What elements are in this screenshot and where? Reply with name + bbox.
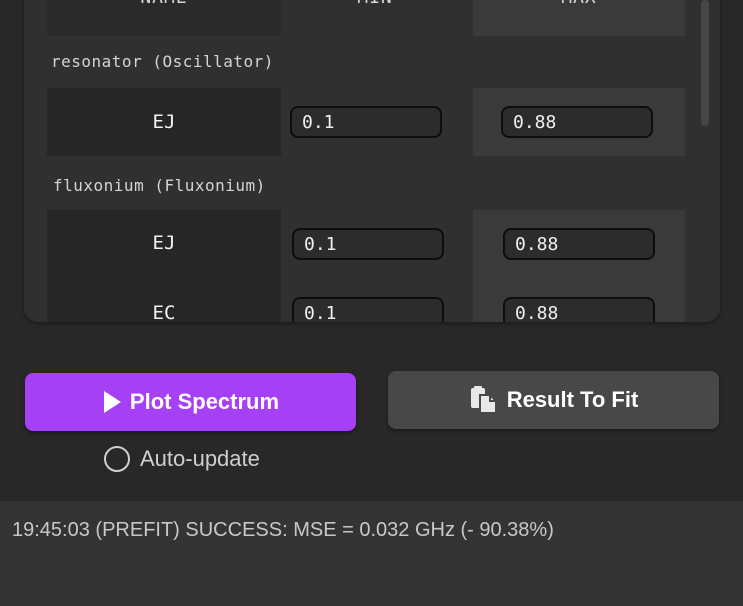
column-header-name: NAME <box>47 0 281 36</box>
min-input[interactable]: 0.1 <box>292 228 444 260</box>
result-to-fit-button[interactable]: Result To Fit <box>388 371 719 429</box>
plot-spectrum-label: Plot Spectrum <box>129 389 280 414</box>
max-input[interactable]: 0.88 <box>501 106 653 138</box>
plot-spectrum-button[interactable]: Plot Spectrum <box>25 373 356 431</box>
max-input[interactable]: 0.88 <box>503 297 655 322</box>
min-input[interactable]: 0.1 <box>292 297 444 322</box>
radio-circle-icon[interactable] <box>104 446 130 472</box>
play-icon <box>103 391 121 413</box>
auto-update-label: Auto-update <box>140 446 260 471</box>
result-to-fit-label: Result To Fit <box>506 387 639 412</box>
clipboard-copy-icon <box>470 386 497 414</box>
column-header-min: MIN <box>290 0 460 36</box>
status-bar: 19:45:03 (PREFIT) SUCCESS: MSE = 0.032 G… <box>0 501 743 606</box>
group-title-resonator: resonator (Oscillator) <box>51 52 274 71</box>
header-min-label: MIN <box>290 0 460 8</box>
group-title-fluxonium: fluxonium (Fluxonium) <box>53 176 266 195</box>
header-name-label: NAME <box>47 0 281 8</box>
vertical-scrollbar[interactable] <box>701 0 709 126</box>
status-message: 19:45:03 (PREFIT) SUCCESS: MSE = 0.032 G… <box>12 519 554 541</box>
param-name-cell: EJ <box>47 88 281 156</box>
min-input[interactable]: 0.1 <box>290 106 442 138</box>
param-name: EC <box>152 302 176 322</box>
param-name: EJ <box>152 111 176 133</box>
auto-update-toggle[interactable]: Auto-update <box>104 446 260 472</box>
column-header-max: MAX <box>473 0 685 36</box>
header-max-label: MAX <box>473 0 685 8</box>
max-input[interactable]: 0.88 <box>503 228 655 260</box>
parameter-range-panel: NAME MIN MAX resonator (Oscillator) EJ 0… <box>24 0 720 322</box>
param-name: EJ <box>152 232 176 254</box>
